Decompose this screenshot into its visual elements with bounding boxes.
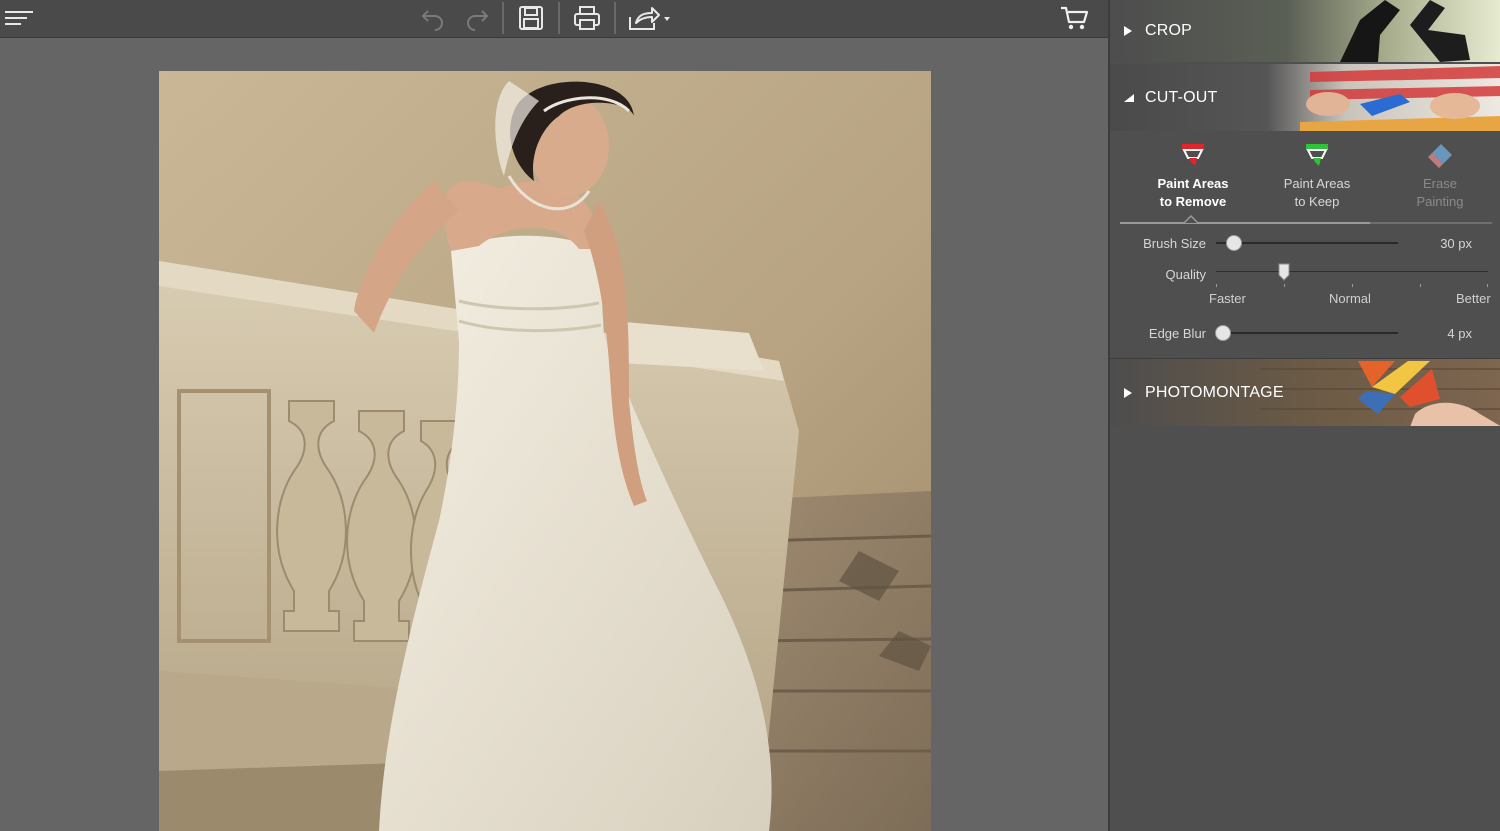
marker-red-icon bbox=[1182, 144, 1204, 166]
caret-right-icon bbox=[1124, 26, 1132, 36]
cutout-tools: Paint Areas to Remove Paint Areas to Kee… bbox=[1120, 142, 1492, 224]
eraser-icon bbox=[1428, 144, 1452, 168]
quality-tick bbox=[1216, 284, 1217, 287]
section-crop-header[interactable]: CROP bbox=[1110, 0, 1500, 62]
quality-tick bbox=[1284, 284, 1285, 287]
shopping-cart-icon[interactable] bbox=[1056, 0, 1092, 36]
brush-size-value: 30 px bbox=[1440, 236, 1472, 251]
quality-tick bbox=[1487, 284, 1488, 287]
toolbar-separator bbox=[558, 2, 560, 34]
quality-scale-normal: Normal bbox=[1329, 291, 1371, 306]
hamburger-menu-icon[interactable] bbox=[0, 0, 36, 36]
toolbar bbox=[0, 0, 1108, 38]
section-photomontage-header[interactable]: PHOTOMONTAGE bbox=[1110, 358, 1500, 426]
edge-blur-slider-knob[interactable] bbox=[1215, 325, 1232, 341]
quality-slider-track[interactable] bbox=[1216, 271, 1488, 272]
quality-slider-knob[interactable] bbox=[1278, 263, 1290, 281]
brush-size-slider-track[interactable] bbox=[1216, 242, 1398, 244]
redo-icon[interactable] bbox=[459, 0, 495, 36]
paint-remove-label-2: to Remove bbox=[1159, 194, 1227, 209]
paint-keep-tool[interactable]: Paint Areas to Keep bbox=[1262, 142, 1372, 222]
section-cutout-title: CUT-OUT bbox=[1145, 88, 1218, 106]
erase-painting-label-2: Painting bbox=[1416, 194, 1464, 209]
print-icon[interactable] bbox=[569, 0, 605, 36]
marker-green-icon bbox=[1306, 144, 1328, 166]
caret-down-icon bbox=[1124, 93, 1134, 102]
caret-right-icon bbox=[1124, 387, 1132, 398]
edge-blur-label: Edge Blur bbox=[1148, 326, 1206, 341]
tool-tab-underline bbox=[1120, 215, 1492, 224]
toolbar-separator bbox=[614, 2, 616, 34]
quality-scale-faster: Faster bbox=[1209, 291, 1246, 306]
erase-painting-tool[interactable]: Erase Painting bbox=[1385, 142, 1495, 222]
adjustments-panel: CROP CUT-OUT Paint Areas to Remove Paint… bbox=[1108, 0, 1500, 831]
workspace bbox=[0, 38, 1108, 831]
erase-painting-label-1: Erase bbox=[1423, 176, 1457, 191]
save-icon[interactable] bbox=[513, 0, 549, 36]
undo-icon[interactable] bbox=[415, 0, 451, 36]
brush-size-slider-knob[interactable] bbox=[1226, 235, 1243, 251]
share-icon[interactable] bbox=[624, 0, 674, 36]
quality-label: Quality bbox=[1165, 267, 1206, 282]
paint-remove-tool[interactable]: Paint Areas to Remove bbox=[1138, 142, 1248, 222]
edge-blur-slider-track[interactable] bbox=[1216, 332, 1398, 334]
quality-tick bbox=[1420, 284, 1421, 287]
brush-size-label: Brush Size bbox=[1143, 236, 1206, 251]
paint-keep-label-1: Paint Areas bbox=[1283, 176, 1351, 191]
edge-blur-value: 4 px bbox=[1447, 326, 1472, 341]
section-photomontage-title: PHOTOMONTAGE bbox=[1145, 383, 1284, 401]
paint-remove-label-1: Paint Areas bbox=[1157, 176, 1229, 191]
section-cutout-header[interactable]: CUT-OUT bbox=[1110, 64, 1500, 131]
active-tool-pointer-icon bbox=[1184, 215, 1198, 223]
section-crop-title: CROP bbox=[1145, 22, 1193, 39]
paint-keep-label-2: to Keep bbox=[1294, 194, 1340, 209]
toolbar-separator bbox=[502, 2, 504, 34]
quality-tick bbox=[1352, 284, 1353, 287]
app-window: CROP CUT-OUT Paint Areas to Remove Paint… bbox=[0, 0, 1500, 831]
quality-scale-better: Better bbox=[1456, 291, 1491, 306]
photo-canvas[interactable] bbox=[159, 71, 931, 831]
tool-tab-underline-highlight bbox=[1120, 222, 1370, 224]
